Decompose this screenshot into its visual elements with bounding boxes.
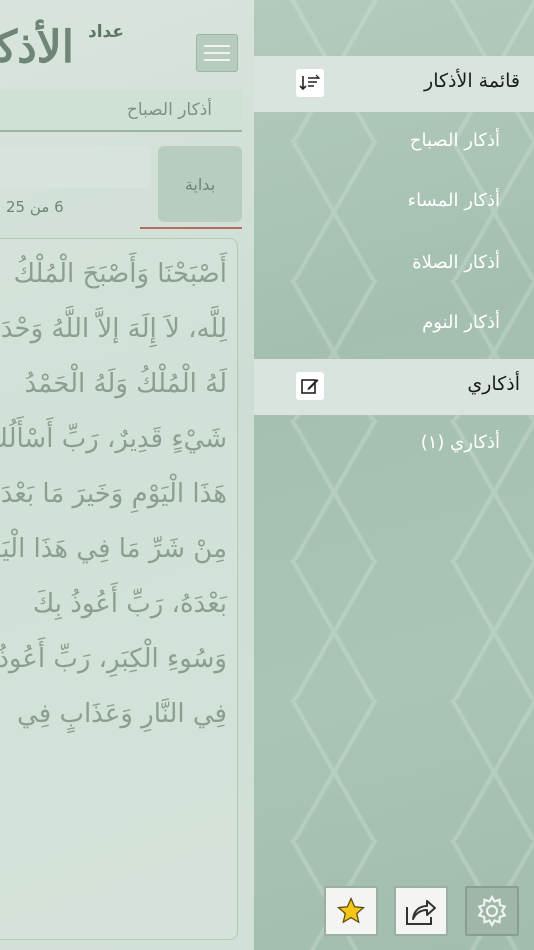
- menu-item-label: أذكاري (١): [420, 432, 500, 453]
- progress-label: 6 من 25: [6, 198, 64, 216]
- app-title: عداد: [88, 22, 124, 42]
- app-logo: الأذكار: [0, 22, 74, 73]
- hamburger-icon: [204, 59, 230, 61]
- gear-icon: [477, 894, 507, 928]
- list-header-label: قائمة الأذكار: [424, 70, 520, 92]
- zikr-card[interactable]: أَصْبَحْنَا وَأَصْبَحَ الْمُلْكُ لِلَّه،…: [0, 238, 238, 940]
- current-section-field[interactable]: أذكار الصباح: [0, 90, 242, 132]
- share-icon: [406, 900, 436, 925]
- menu-item-morning[interactable]: أذكار الصباح: [254, 116, 534, 172]
- menu-item-label: أذكار المساء: [407, 190, 500, 211]
- zikr-text: أَصْبَحْنَا وَأَصْبَحَ الْمُلْكُ لِلَّه،…: [0, 259, 227, 729]
- hamburger-icon: [204, 52, 230, 54]
- my-azkar-header-label: أذكاري: [467, 373, 520, 395]
- settings-button[interactable]: [465, 886, 519, 936]
- favorite-button[interactable]: [324, 886, 378, 936]
- counter-display[interactable]: [0, 146, 150, 188]
- share-button[interactable]: [394, 886, 448, 936]
- my-azkar-header[interactable]: أذكاري: [254, 359, 534, 415]
- menu-item-label: أذكار النوم: [422, 312, 500, 333]
- menu-item-evening[interactable]: أذكار المساء: [254, 176, 534, 232]
- menu-item-label: أذكار الصباح: [409, 130, 500, 151]
- menu-item-prayer[interactable]: أذكار الصلاة: [254, 238, 534, 294]
- edit-icon[interactable]: [296, 372, 324, 400]
- menu-item-my-azkar-1[interactable]: أذكاري (١): [254, 418, 534, 474]
- menu-toggle-button[interactable]: [196, 34, 238, 72]
- star-icon: [336, 896, 366, 924]
- sort-icon[interactable]: [296, 69, 324, 97]
- start-button[interactable]: بداية: [158, 146, 242, 222]
- menu-item-label: أذكار الصلاة: [412, 252, 500, 273]
- hamburger-icon: [204, 45, 230, 47]
- progress-divider: [140, 227, 242, 229]
- menu-item-sleep[interactable]: أذكار النوم: [254, 298, 534, 354]
- list-header[interactable]: قائمة الأذكار: [254, 56, 534, 112]
- main-view: الأذكار عداد أذكار الصباح بداية 6 من 25 …: [0, 0, 254, 950]
